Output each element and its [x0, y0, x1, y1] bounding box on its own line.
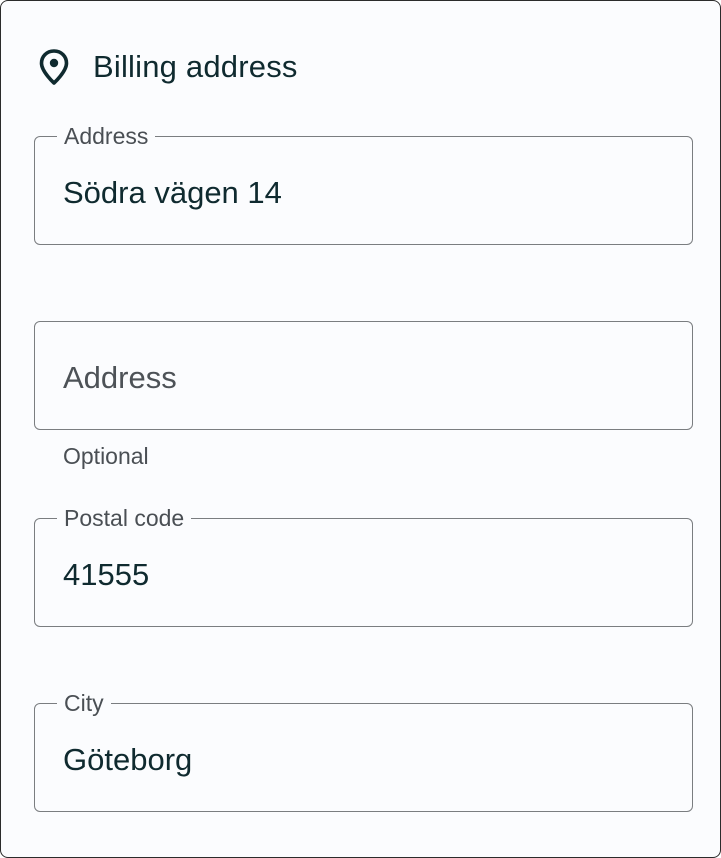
address-line2-placeholder[interactable]: Address — [63, 358, 177, 398]
section-header: Billing address — [39, 47, 298, 87]
city-value[interactable]: Göteborg — [63, 740, 192, 780]
postal-code-label: Postal code — [57, 502, 192, 534]
billing-address-card: Billing address Address Södra vägen 14 A… — [0, 0, 721, 858]
city-label: City — [57, 687, 111, 719]
postal-code-field[interactable]: Postal code 41555 — [34, 502, 693, 627]
location-pin-icon — [39, 49, 69, 85]
section-title: Billing address — [93, 49, 298, 84]
address-line1-label: Address — [57, 120, 156, 152]
address-line2-field[interactable]: Address — [34, 321, 693, 430]
address-line1-value[interactable]: Södra vägen 14 — [63, 173, 282, 213]
postal-code-value[interactable]: 41555 — [63, 555, 149, 595]
city-field[interactable]: City Göteborg — [34, 687, 693, 812]
address-line2-helper-text: Optional — [63, 443, 149, 469]
address-line1-field[interactable]: Address Södra vägen 14 — [34, 120, 693, 245]
